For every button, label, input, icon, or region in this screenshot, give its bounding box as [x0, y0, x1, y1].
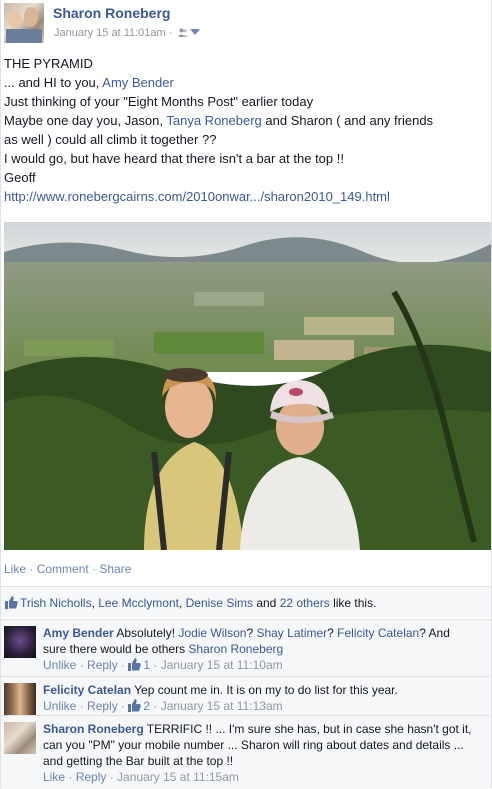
audience-dropdown-icon[interactable] [190, 29, 201, 35]
commenter-name[interactable]: Amy Bender [43, 626, 114, 640]
comment-item: Sharon Roneberg TERRIFIC !! ... I'm sure… [1, 715, 491, 789]
thumbs-up-icon [128, 658, 142, 671]
comment-item: Felicity Catelan Yep count me in. It is … [1, 676, 491, 715]
unlike-link[interactable]: Unlike [43, 658, 76, 672]
comment-text: can you "PM" your mobile number ... Shar… [43, 738, 464, 752]
post-text: Maybe one day you, Jason, [4, 113, 167, 128]
post-line: ... and HI to you, Amy Bender [4, 73, 484, 92]
liker-lee-mcclymont[interactable]: Lee Mcclymont [98, 596, 179, 610]
likes-suffix: like this. [329, 596, 377, 610]
action-separator: · [26, 562, 37, 576]
comment-item: Amy Bender Absolutely! Jodie Wilson? Sha… [1, 619, 491, 676]
liker-trish-nicholls[interactable]: Trish Nicholls [20, 596, 92, 610]
post-photo[interactable] [4, 222, 491, 550]
comment-like-count[interactable]: 2 [143, 699, 150, 713]
post-line: Geoff [4, 170, 36, 185]
liker-denise-sims[interactable]: Denise Sims [186, 596, 253, 610]
like-link[interactable]: Like [4, 562, 26, 576]
post-meta: January 15 at 11:01am · [54, 27, 201, 39]
post-line: THE PYRAMID [4, 56, 93, 71]
reply-link[interactable]: Reply [76, 770, 107, 784]
comment-text: ? [327, 626, 338, 640]
likes-summary: Trish Nicholls, Lee Mcclymont, Denise Si… [1, 586, 491, 617]
post-line: as well ) could all climb it together ?? [4, 132, 217, 147]
mention-jodie-wilson[interactable]: Jodie Wilson [178, 626, 246, 640]
comment-like-count[interactable]: 1 [143, 658, 150, 672]
author-avatar[interactable] [4, 3, 44, 43]
comment-text: TERRIFIC !! ... I'm sure she has, but in… [143, 722, 472, 736]
post-timestamp[interactable]: January 15 at 11:01am [54, 27, 166, 39]
commenter-avatar[interactable] [4, 722, 36, 754]
commenter-avatar[interactable] [4, 626, 36, 658]
post-header: Sharon Roneberg January 15 at 11:01am · [4, 3, 484, 43]
reply-link[interactable]: Reply [87, 699, 118, 713]
reply-link[interactable]: Reply [87, 658, 118, 672]
comment-text: ? [246, 626, 257, 640]
post-url-link[interactable]: http://www.ronebergcairns.com/2010onwar.… [4, 189, 390, 204]
author-name[interactable]: Sharon Roneberg [53, 5, 170, 21]
comment-time[interactable]: January 15 at 11:15am [117, 770, 239, 784]
mention-sharon-roneberg[interactable]: Sharon Roneberg [188, 642, 283, 656]
post-text: ... and HI to you, [4, 75, 103, 90]
commenter-avatar[interactable] [4, 683, 36, 715]
post-line: http://www.ronebergcairns.com/2010onwar.… [4, 187, 484, 206]
comment-text: and getting the Bar built at the top !! [43, 754, 234, 768]
friends-icon[interactable] [178, 28, 189, 37]
likes-separator: , [178, 596, 186, 610]
mention-amy-bender[interactable]: Amy Bender [102, 75, 174, 90]
post-line: I would go, but have heard that there is… [4, 151, 344, 166]
mention-shay-latimer[interactable]: Shay Latimer [256, 626, 327, 640]
comment-link[interactable]: Comment [37, 562, 89, 576]
comment-text: sure there would be others [43, 642, 189, 656]
thumbs-up-icon [128, 699, 142, 712]
post-line: Just thinking of your "Eight Months Post… [4, 94, 314, 109]
like-link[interactable]: Like [43, 770, 65, 784]
thumbs-up-icon [5, 596, 18, 609]
meta-separator: · [165, 27, 176, 39]
likes-and: and [252, 596, 280, 610]
commenter-name[interactable]: Sharon Roneberg [43, 722, 144, 736]
comment-time[interactable]: January 15 at 11:13am [161, 699, 283, 713]
comment-time[interactable]: January 15 at 11:10am [161, 658, 283, 672]
mention-tanya-roneberg[interactable]: Tanya Roneberg [166, 113, 261, 128]
facebook-post: Sharon Roneberg January 15 at 11:01am · … [0, 0, 492, 789]
post-actions: Like · Comment · Share [4, 562, 131, 576]
mention-felicity-catelan[interactable]: Felicity Catelan [337, 626, 419, 640]
comment-text: ? And [419, 626, 450, 640]
unlike-link[interactable]: Unlike [43, 699, 76, 713]
likes-others-link[interactable]: 22 others [280, 596, 330, 610]
post-body: THE PYRAMID ... and HI to you, Amy Bende… [4, 54, 484, 206]
action-separator: · [88, 562, 100, 576]
commenter-name[interactable]: Felicity Catelan [43, 683, 131, 697]
comment-text: Yep count me in. It is on my to do list … [131, 683, 398, 697]
comment-text: Absolutely! [113, 626, 179, 640]
post-text: and Sharon ( and any friends [261, 113, 434, 128]
share-link[interactable]: Share [99, 562, 131, 576]
post-line: Maybe one day you, Jason, Tanya Roneberg… [4, 111, 484, 130]
